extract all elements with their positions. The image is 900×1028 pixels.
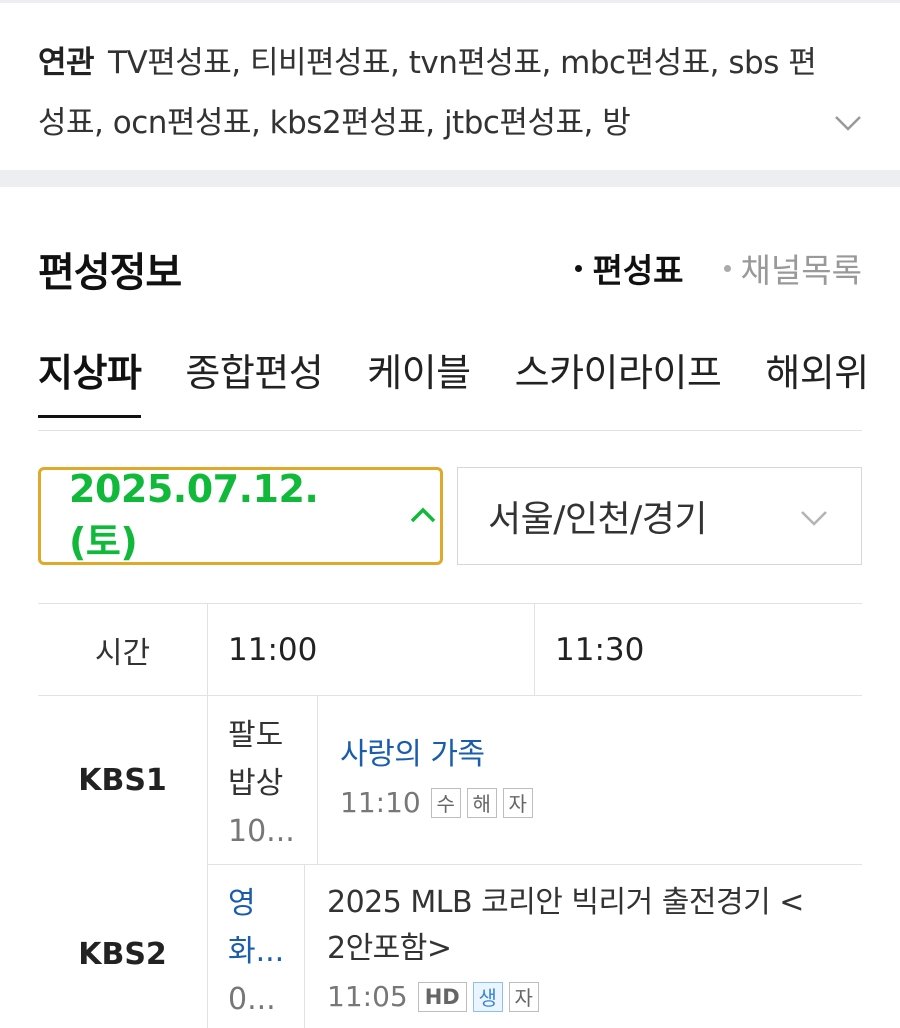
related-label: 연관 [38, 45, 95, 81]
view-schedule[interactable]: 편성표 [575, 244, 684, 292]
previous-program[interactable]: 팔도 밥상 10... [208, 696, 318, 864]
tab-overseas[interactable]: 해외위 [765, 342, 869, 415]
related-terms[interactable]: TV편성표, 티비편성표, tvn편성표, mbc편성표, sbs 편성표, o… [38, 45, 817, 141]
bullet-icon [575, 264, 583, 272]
bullet-icon [723, 264, 731, 272]
region-value: 서울/인천/경기 [488, 499, 707, 540]
program-cell: 사랑의 가족 11:10 수 해 자 [318, 696, 862, 864]
page: 연관 TV편성표, 티비편성표, tvn편성표, mbc편성표, sbs 편성표,… [0, 0, 900, 1028]
related-searches-text: 연관 TV편성표, 티비편성표, tvn편성표, mbc편성표, sbs 편성표,… [38, 33, 818, 153]
program-cell: 2025 MLB 코리안 빅리거 출전경기 < 2안포함> 11:05 HD 생… [305, 864, 862, 1028]
chevron-down-icon [797, 500, 831, 534]
section-divider [0, 170, 900, 187]
section-title: 편성정보 [38, 250, 182, 296]
region-select[interactable]: 서울/인천/경기 [457, 467, 862, 565]
tab-skylife[interactable]: 스카이라이프 [515, 342, 722, 415]
tabs-underline [38, 430, 862, 431]
grid-header: 시간 11:00 11:30 [38, 604, 862, 696]
view-schedule-label: 편성표 [592, 251, 684, 290]
subtitle-badge: 자 [502, 787, 533, 818]
schedule-grid: 시간 11:00 11:30 KBS1 팔도 밥상 10... 사랑의 가족 1… [38, 603, 862, 1028]
program-time: 11:05 [327, 980, 408, 1013]
program-title[interactable]: 사랑의 가족 [340, 732, 862, 778]
tab-general[interactable]: 종합편성 [185, 342, 323, 415]
view-channel-list[interactable]: 채널목록 [723, 244, 862, 292]
program-title[interactable]: 2025 MLB 코리안 빅리거 출전경기 < 2안포함> [327, 880, 862, 972]
time-slot: 11:30 [555, 632, 645, 668]
related-searches: 연관 TV편성표, 티비편성표, tvn편성표, mbc편성표, sbs 편성표,… [0, 3, 900, 170]
chevron-up-icon [406, 499, 440, 533]
program-meta: 11:05 HD 생 자 [327, 980, 862, 1013]
date-select[interactable]: 2025.07.12.(토) [38, 467, 443, 565]
caption-badge: 수 [430, 787, 461, 818]
channel-name[interactable]: KBS2 [38, 864, 208, 1028]
expand-chevron-icon[interactable] [828, 103, 868, 143]
subtitle-badge: 자 [508, 981, 539, 1012]
program-meta: 11:10 수 해 자 [340, 786, 862, 819]
category-tabs: 지상파 종합편성 케이블 스카이라이프 해외위 [38, 342, 900, 432]
channel-name[interactable]: KBS1 [38, 696, 208, 864]
live-badge: 생 [472, 981, 503, 1012]
view-channel-list-label: 채널목록 [740, 251, 862, 290]
date-value: 2025.07.12.(토) [69, 466, 319, 564]
hd-badge: HD [417, 981, 467, 1012]
tab-cable[interactable]: 케이블 [367, 342, 471, 415]
time-slot: 11:00 [208, 604, 535, 696]
previous-program[interactable]: 영 화... 0... [208, 864, 305, 1028]
description-badge: 해 [466, 787, 497, 818]
tab-terrestrial[interactable]: 지상파 [38, 342, 142, 418]
time-column-label: 시간 [38, 604, 208, 696]
program-time: 11:10 [340, 786, 421, 819]
view-toggle: 편성표 채널목록 [575, 244, 862, 292]
